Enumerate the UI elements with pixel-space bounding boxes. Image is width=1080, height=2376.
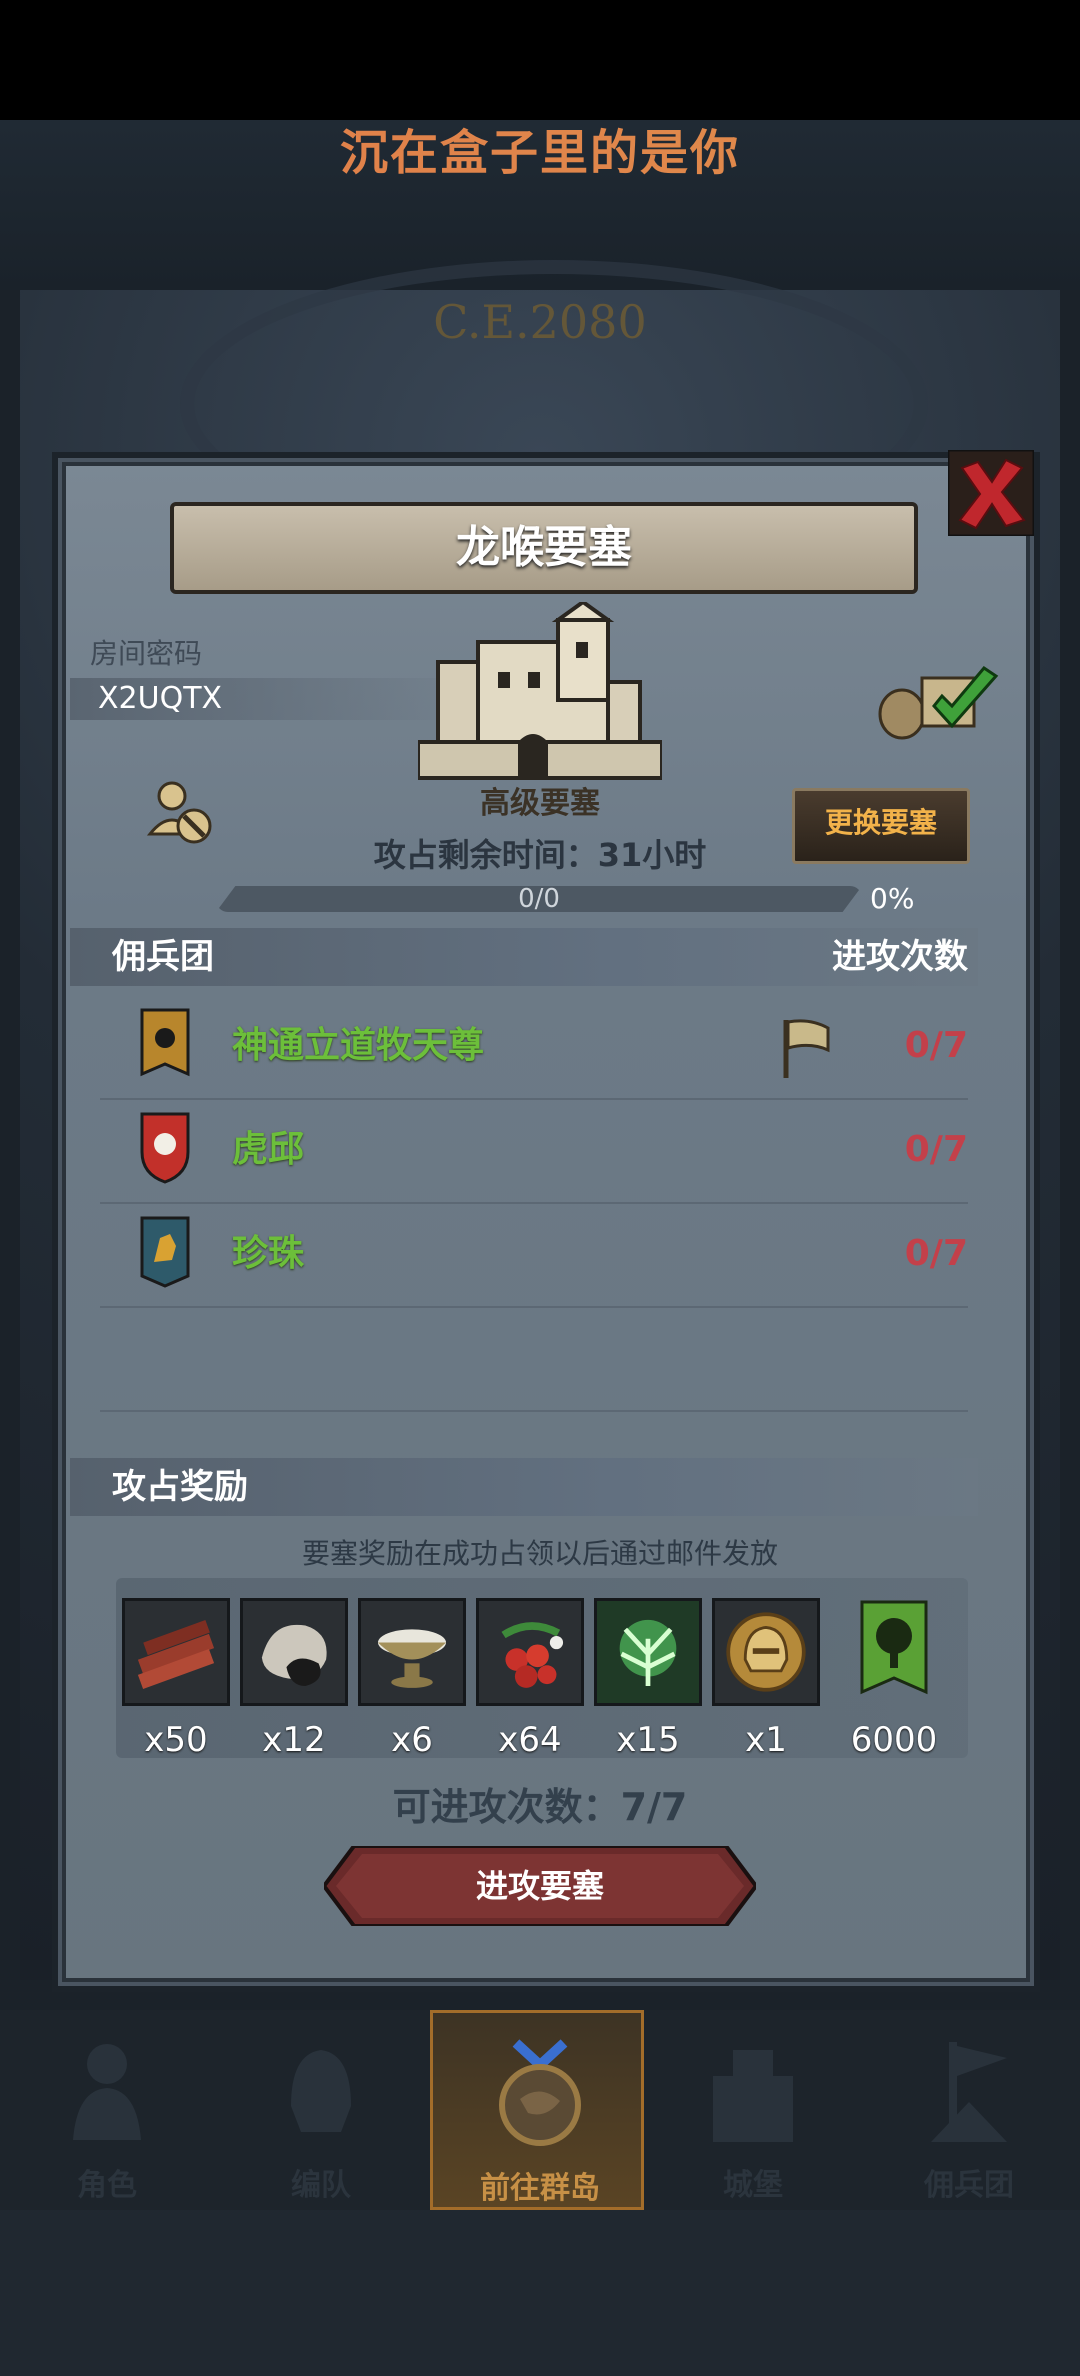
nav-label: 角色 xyxy=(77,2168,137,2203)
golden-helmet-icon xyxy=(712,1598,820,1706)
berries-icon xyxy=(476,1598,584,1706)
nav-label: 编队 xyxy=(291,2168,351,2203)
remaining-time: 攻占剩余时间：31小时 xyxy=(373,836,707,874)
reward-quantity: 6000 xyxy=(850,1720,938,1760)
green-herb-icon xyxy=(594,1598,702,1706)
nav-castle[interactable]: 城堡 xyxy=(646,2010,860,2210)
footer-area xyxy=(0,2210,1080,2376)
reward-section-header: 攻占奖励 xyxy=(70,1458,978,1516)
attack-fortress-label[interactable]: 进攻要塞 xyxy=(324,1846,756,1926)
close-icon[interactable] xyxy=(948,450,1034,536)
mercenary-name: 虎邱 xyxy=(232,1129,305,1170)
mercenary-row[interactable]: 虎邱 0/7 xyxy=(100,1098,968,1204)
sun-banner-icon xyxy=(140,1008,190,1077)
knight-icon xyxy=(73,2044,141,2140)
reward-item[interactable]: x1 xyxy=(712,1598,820,1760)
salt-bowl-icon xyxy=(358,1598,466,1706)
room-password-label: 房间密码 xyxy=(90,637,203,670)
flag-icon xyxy=(783,1019,830,1078)
reward-item[interactable]: x64 xyxy=(476,1598,584,1760)
tree-banner-icon xyxy=(860,1600,928,1695)
progress-count: 0/0 xyxy=(518,884,560,914)
room-password[interactable]: X2UQTX xyxy=(98,678,222,720)
mercenary-row[interactable]: 珍珠 0/7 xyxy=(100,1202,968,1308)
mercenary-attacks: 0/7 xyxy=(904,1233,968,1274)
reward-quantity: x50 xyxy=(144,1720,208,1760)
reward-quantity: x12 xyxy=(262,1720,326,1760)
reward-quantity: x15 xyxy=(616,1720,680,1760)
nav-label: 前往群岛 xyxy=(480,2171,600,2206)
status-bar xyxy=(0,0,1080,120)
mercenary-attacks: 0/7 xyxy=(904,1129,968,1170)
sun-shield-icon xyxy=(140,1112,190,1184)
dialog-title: 龙喉要塞 xyxy=(170,502,918,594)
attacks-header-label: 进攻次数 xyxy=(832,937,968,977)
progress-percent: 0% xyxy=(870,882,915,915)
reward-item[interactable]: x6 xyxy=(358,1598,466,1760)
compass-globe-icon xyxy=(499,2039,581,2146)
reward-quantity: x64 xyxy=(498,1720,562,1760)
banner-nav-icon xyxy=(931,2042,1007,2142)
mercenary-header-label: 佣兵团 xyxy=(112,937,214,977)
reward-item[interactable]: 6000 xyxy=(840,1598,948,1760)
reward-header-label: 攻占奖励 xyxy=(112,1467,248,1507)
reward-item[interactable]: x50 xyxy=(122,1598,230,1760)
mercenary-row[interactable]: 神通立道牧天尊 0/7 xyxy=(100,994,968,1100)
nav-label: 城堡 xyxy=(723,2168,783,2203)
mercenary-name: 神通立道牧天尊 xyxy=(232,1025,485,1066)
reward-item[interactable]: x12 xyxy=(240,1598,348,1760)
mercenary-attacks: 0/7 xyxy=(904,1025,968,1066)
mercenary-name: 珍珠 xyxy=(232,1233,305,1274)
resource-bags-check-icon[interactable] xyxy=(874,660,1000,742)
mercenary-section-header: 佣兵团 进攻次数 xyxy=(70,928,978,986)
castle-icon xyxy=(418,602,662,780)
castle-nav-icon xyxy=(713,2050,793,2142)
reward-quantity: x1 xyxy=(745,1720,787,1760)
reward-note: 要塞奖励在成功占领以后通过邮件发放 xyxy=(301,1537,778,1570)
nav-formation[interactable]: 编队 xyxy=(214,2010,428,2210)
wood-planks-icon xyxy=(122,1598,230,1706)
nav-character[interactable]: 角色 xyxy=(0,2010,214,2210)
nav-label: 佣兵团 xyxy=(924,2168,1014,2203)
ore-rock-icon xyxy=(240,1598,348,1706)
app-title: 沉在盒子里的是你 xyxy=(0,118,1080,188)
remaining-attack-count: 可进攻次数：7/7 xyxy=(392,1785,688,1829)
nav-mercenary-group[interactable]: 佣兵团 xyxy=(862,2010,1076,2210)
empty-mercenary-slot xyxy=(100,1306,968,1412)
era-label: C.E.2080 xyxy=(433,295,647,349)
wolf-shield-icon xyxy=(140,1216,190,1288)
reward-quantity: x6 xyxy=(391,1720,433,1760)
nav-go-to-islands[interactable]: 前往群岛 xyxy=(430,2010,644,2210)
helmet-icon xyxy=(291,2050,351,2132)
reward-item[interactable]: x15 xyxy=(594,1598,702,1760)
